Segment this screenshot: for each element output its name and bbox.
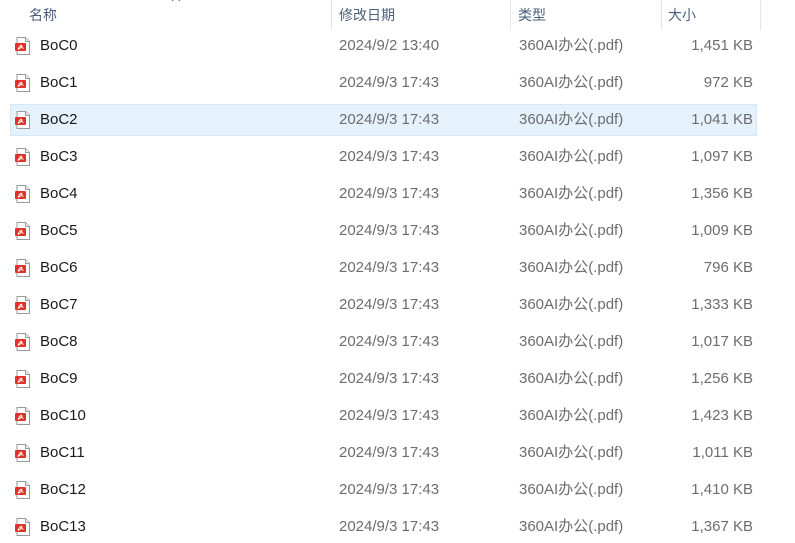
pdf-file-icon bbox=[15, 407, 30, 425]
pdf-file-icon bbox=[15, 111, 30, 129]
file-size: 1,041 KB bbox=[691, 111, 753, 128]
file-modified-date: 2024/9/3 17:43 bbox=[339, 407, 440, 424]
file-name: BoC12 bbox=[40, 481, 86, 498]
pdf-file-icon bbox=[15, 370, 30, 388]
file-modified-date: 2024/9/3 17:43 bbox=[339, 444, 440, 461]
file-type: 360AI办公(.pdf) bbox=[519, 518, 624, 535]
column-header-bar: 名称 修改日期 类型 大小 bbox=[0, 0, 795, 30]
file-modified-date: 2024/9/3 17:43 bbox=[339, 296, 440, 313]
file-name: BoC13 bbox=[40, 518, 86, 535]
file-type: 360AI办公(.pdf) bbox=[519, 444, 624, 461]
pdf-file-icon bbox=[15, 481, 30, 499]
file-size: 1,423 KB bbox=[691, 407, 753, 424]
file-row[interactable]: BoC10 2024/9/3 17:43 360AI办公(.pdf) 1,423 KB bbox=[10, 400, 757, 432]
file-row[interactable]: BoC2 2024/9/3 17:43 360AI办公(.pdf) 1,041 KB bbox=[10, 104, 757, 136]
file-modified-date: 2024/9/3 17:43 bbox=[339, 111, 440, 128]
file-size: 1,333 KB bbox=[691, 296, 753, 313]
file-size: 1,451 KB bbox=[691, 37, 753, 54]
column-header-type-label: 类型 bbox=[518, 7, 546, 23]
file-type: 360AI办公(.pdf) bbox=[519, 259, 624, 276]
file-size: 1,017 KB bbox=[691, 333, 753, 350]
file-row[interactable]: BoC1 2024/9/3 17:43 360AI办公(.pdf) 972 KB bbox=[10, 67, 757, 99]
pdf-file-icon bbox=[15, 37, 30, 55]
file-modified-date: 2024/9/3 17:43 bbox=[339, 481, 440, 498]
file-modified-date: 2024/9/3 17:43 bbox=[339, 518, 440, 535]
pdf-file-icon bbox=[15, 185, 30, 203]
file-name: BoC4 bbox=[40, 185, 78, 202]
file-size: 1,256 KB bbox=[691, 370, 753, 387]
file-modified-date: 2024/9/3 17:43 bbox=[339, 185, 440, 202]
column-header-type[interactable]: 类型 bbox=[511, 0, 661, 30]
file-modified-date: 2024/9/3 17:43 bbox=[339, 333, 440, 350]
file-row[interactable]: BoC4 2024/9/3 17:43 360AI办公(.pdf) 1,356 KB bbox=[10, 178, 757, 210]
file-size: 1,356 KB bbox=[691, 185, 753, 202]
file-size: 1,410 KB bbox=[691, 481, 753, 498]
file-row[interactable]: BoC13 2024/9/3 17:43 360AI办公(.pdf) 1,367 KB bbox=[10, 511, 757, 543]
file-row[interactable]: BoC8 2024/9/3 17:43 360AI办公(.pdf) 1,017 KB bbox=[10, 326, 757, 358]
file-name: BoC6 bbox=[40, 259, 78, 276]
file-name: BoC9 bbox=[40, 370, 78, 387]
file-row[interactable]: BoC12 2024/9/3 17:43 360AI办公(.pdf) 1,410 KB bbox=[10, 474, 757, 506]
file-modified-date: 2024/9/3 17:43 bbox=[339, 148, 440, 165]
file-row[interactable]: BoC11 2024/9/3 17:43 360AI办公(.pdf) 1,011 KB bbox=[10, 437, 757, 469]
file-type: 360AI办公(.pdf) bbox=[519, 74, 624, 91]
column-header-size-label: 大小 bbox=[668, 7, 696, 23]
column-header-name-label: 名称 bbox=[29, 7, 57, 23]
file-modified-date: 2024/9/2 13:40 bbox=[339, 37, 440, 54]
pdf-file-icon bbox=[15, 518, 30, 536]
file-type: 360AI办公(.pdf) bbox=[519, 370, 624, 387]
file-type: 360AI办公(.pdf) bbox=[519, 296, 624, 313]
column-divider[interactable] bbox=[760, 0, 761, 30]
file-name: BoC7 bbox=[40, 296, 78, 313]
column-header-modified-label: 修改日期 bbox=[339, 7, 395, 23]
file-row[interactable]: BoC5 2024/9/3 17:43 360AI办公(.pdf) 1,009 KB bbox=[10, 215, 757, 247]
file-size: 972 KB bbox=[703, 74, 753, 91]
file-name: BoC2 bbox=[40, 111, 78, 128]
column-header-size[interactable]: 大小 bbox=[662, 0, 760, 30]
file-name: BoC5 bbox=[40, 222, 78, 239]
file-type: 360AI办公(.pdf) bbox=[519, 481, 624, 498]
pdf-file-icon bbox=[15, 74, 30, 92]
file-name: BoC10 bbox=[40, 407, 86, 424]
file-name: BoC8 bbox=[40, 333, 78, 350]
file-name: BoC0 bbox=[40, 37, 78, 54]
pdf-file-icon bbox=[15, 296, 30, 314]
file-size: 1,011 KB bbox=[692, 444, 753, 461]
file-name: BoC3 bbox=[40, 148, 78, 165]
pdf-file-icon bbox=[15, 259, 30, 277]
file-size: 796 KB bbox=[703, 259, 753, 276]
file-modified-date: 2024/9/3 17:43 bbox=[339, 259, 440, 276]
file-modified-date: 2024/9/3 17:43 bbox=[339, 74, 440, 91]
file-row[interactable]: BoC3 2024/9/3 17:43 360AI办公(.pdf) 1,097 KB bbox=[10, 141, 757, 173]
file-row[interactable]: BoC7 2024/9/3 17:43 360AI办公(.pdf) 1,333 KB bbox=[10, 289, 757, 321]
file-size: 1,009 KB bbox=[691, 222, 753, 239]
file-type: 360AI办公(.pdf) bbox=[519, 148, 624, 165]
file-type: 360AI办公(.pdf) bbox=[519, 407, 624, 424]
file-row[interactable]: BoC9 2024/9/3 17:43 360AI办公(.pdf) 1,256 KB bbox=[10, 363, 757, 395]
file-type: 360AI办公(.pdf) bbox=[519, 333, 624, 350]
file-name: BoC1 bbox=[40, 74, 78, 91]
file-type: 360AI办公(.pdf) bbox=[519, 222, 624, 239]
pdf-file-icon bbox=[15, 444, 30, 462]
file-modified-date: 2024/9/3 17:43 bbox=[339, 222, 440, 239]
file-modified-date: 2024/9/3 17:43 bbox=[339, 370, 440, 387]
file-name: BoC11 bbox=[40, 444, 85, 461]
file-size: 1,367 KB bbox=[691, 518, 753, 535]
sort-up-icon bbox=[171, 0, 181, 2]
file-type: 360AI办公(.pdf) bbox=[519, 37, 624, 54]
pdf-file-icon bbox=[15, 148, 30, 166]
pdf-file-icon bbox=[15, 333, 30, 351]
file-type: 360AI办公(.pdf) bbox=[519, 111, 624, 128]
column-header-name[interactable]: 名称 bbox=[0, 0, 331, 30]
file-row[interactable]: BoC0 2024/9/2 13:40 360AI办公(.pdf) 1,451 KB bbox=[10, 30, 757, 62]
column-header-modified[interactable]: 修改日期 bbox=[332, 0, 510, 30]
file-row[interactable]: BoC6 2024/9/3 17:43 360AI办公(.pdf) 796 KB bbox=[10, 252, 757, 284]
file-type: 360AI办公(.pdf) bbox=[519, 185, 624, 202]
file-size: 1,097 KB bbox=[691, 148, 753, 165]
pdf-file-icon bbox=[15, 222, 30, 240]
